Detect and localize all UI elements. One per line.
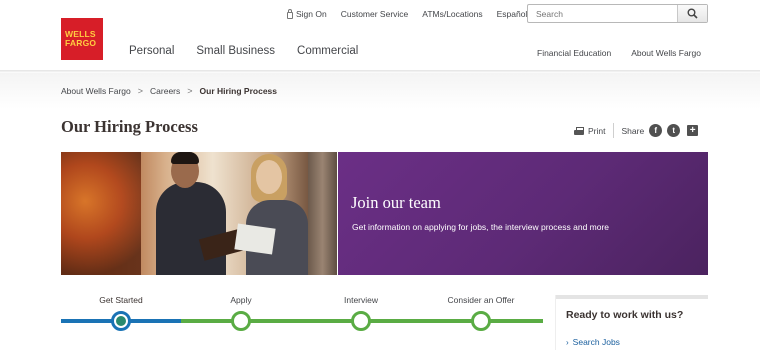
chevron-right-icon: › (566, 337, 569, 347)
step-label-interview[interactable]: Interview (344, 295, 378, 305)
hero-text: Get information on applying for jobs, th… (352, 222, 610, 232)
nav-personal[interactable]: Personal (129, 45, 174, 57)
step-label-consider-offer[interactable]: Consider an Offer (448, 295, 515, 305)
espanol-link[interactable]: Español (497, 9, 528, 19)
nav-commercial[interactable]: Commercial (297, 45, 358, 57)
tools-divider (613, 123, 615, 138)
customer-service-link[interactable]: Customer Service (341, 9, 409, 19)
ready-to-work-box: Ready to work with us? › Search Jobs (556, 295, 708, 350)
ready-heading: Ready to work with us? (566, 309, 684, 321)
secondary-nav: Financial Education About Wells Fargo (537, 48, 701, 58)
hero-panel[interactable]: Join our team Get information on applyin… (338, 152, 708, 275)
hiring-steps: Get Started Apply Interview Consider an … (61, 295, 543, 335)
print-icon (574, 126, 584, 135)
step-label-get-started[interactable]: Get Started (99, 295, 142, 305)
breadcrumb-about[interactable]: About Wells Fargo (61, 86, 131, 96)
twitter-icon[interactable]: t (667, 124, 681, 137)
step-node-interview[interactable] (351, 311, 371, 331)
sign-on-link[interactable]: Sign On (287, 8, 327, 19)
breadcrumb-separator: > (187, 86, 193, 96)
search-button[interactable] (677, 5, 707, 22)
search-icon (687, 8, 698, 19)
breadcrumb-careers[interactable]: Careers (150, 86, 180, 96)
nav-financial-education[interactable]: Financial Education (537, 48, 611, 58)
search-jobs-link[interactable]: › Search Jobs (566, 337, 620, 347)
hero-photo (61, 152, 337, 275)
plus-icon[interactable]: + (687, 125, 699, 136)
atms-locations-link[interactable]: ATMs/Locations (422, 9, 482, 19)
facebook-icon[interactable]: f (649, 124, 663, 137)
search-box (527, 4, 708, 23)
nav-about-wells-fargo[interactable]: About Wells Fargo (631, 48, 701, 58)
step-label-apply[interactable]: Apply (230, 295, 251, 305)
step-node-apply[interactable] (231, 311, 251, 331)
breadcrumb-current: Our Hiring Process (199, 86, 277, 96)
search-jobs-label: Search Jobs (572, 337, 620, 347)
search-input[interactable] (528, 5, 677, 22)
sign-on-label: Sign On (296, 9, 327, 19)
main-nav: Personal Small Business Commercial (129, 45, 380, 57)
utility-nav: Sign On Customer Service ATMs/Locations … (287, 8, 541, 19)
nav-small-business[interactable]: Small Business (196, 45, 275, 57)
breadcrumb-separator: > (137, 86, 144, 96)
wells-fargo-logo[interactable]: WELLS FARGO (61, 18, 103, 60)
page-title: Our Hiring Process (61, 117, 198, 136)
breadcrumb: About Wells Fargo > Careers > Our Hiring… (61, 86, 277, 96)
share-label: Share (621, 125, 645, 136)
hero-heading: Join our team (351, 193, 441, 212)
logo-line-2: FARGO (65, 38, 97, 48)
page-tools: Print Share f t + (574, 123, 699, 138)
step-node-get-started[interactable] (111, 311, 131, 331)
step-node-consider-offer[interactable] (471, 311, 491, 331)
lock-icon (287, 8, 293, 19)
print-button[interactable]: Print (588, 126, 605, 136)
